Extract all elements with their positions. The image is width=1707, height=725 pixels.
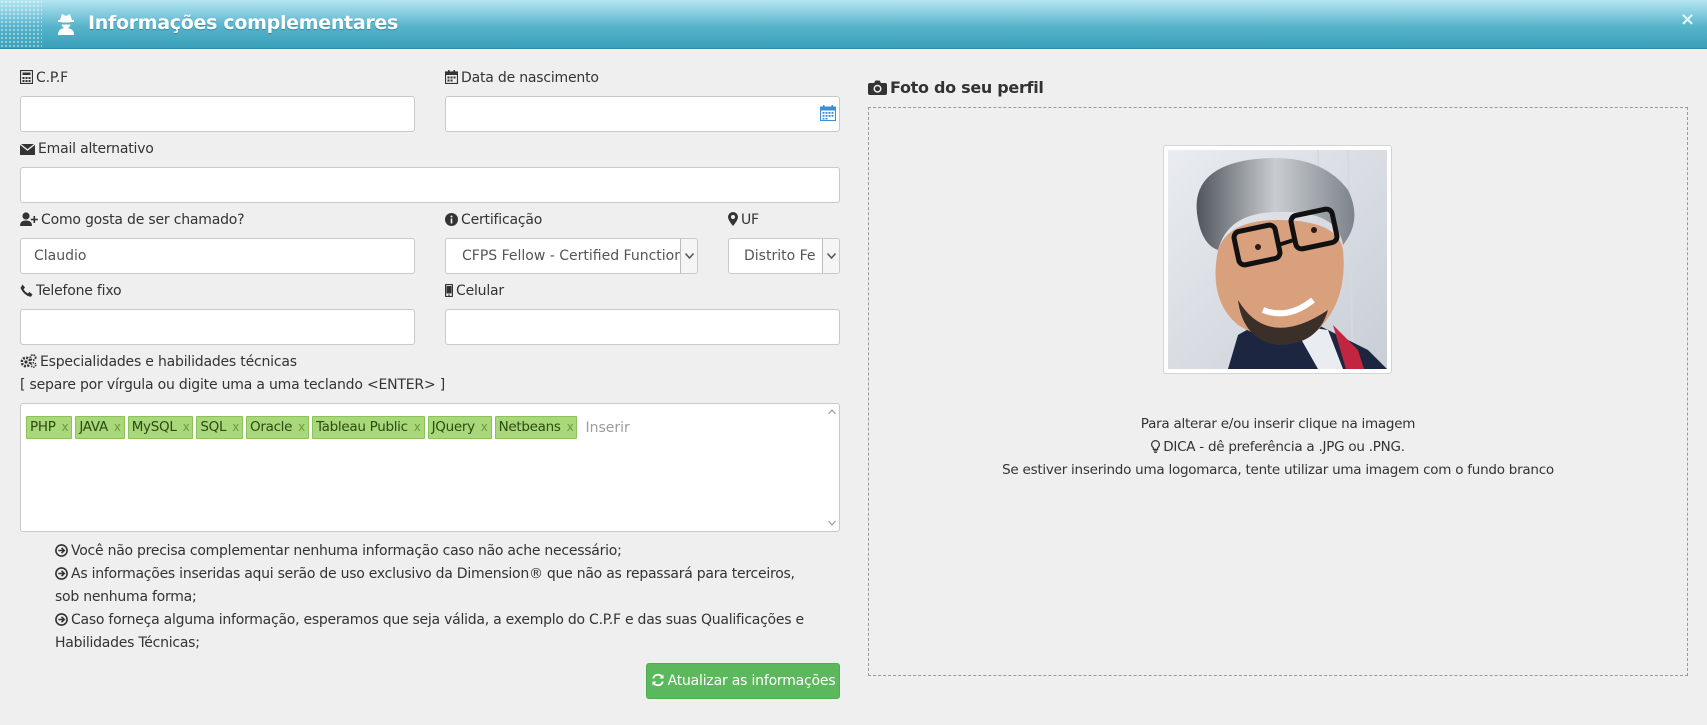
user-plus-icon	[20, 212, 38, 226]
uf-select[interactable]: Distrito Fe	[728, 238, 840, 274]
tag-remove-icon[interactable]: x	[414, 420, 421, 434]
note-item: Você não precisa complementar nenhuma in…	[55, 540, 815, 563]
skills-tag-input[interactable]: PHP x JAVA x MySQL x SQL x Oracle x Tableau Public…	[20, 403, 840, 532]
tag-item: Netbeans x	[494, 416, 578, 439]
phone-icon	[20, 284, 33, 297]
cpf-label: C.P.F	[19, 69, 68, 86]
map-marker-icon	[728, 212, 738, 226]
skills-hint: [ separe por vírgula ou digite uma a uma…	[20, 377, 445, 393]
photo-tip: DICA - dê preferência a .JPG ou .PNG.	[868, 436, 1688, 459]
lightbulb-icon	[1151, 439, 1161, 453]
phone-input[interactable]	[20, 309, 415, 345]
arrow-circle-right-icon	[55, 613, 68, 626]
alt-email-label: Email alternativo	[19, 141, 154, 157]
nickname-input[interactable]: Claudio	[20, 238, 415, 274]
tag-input-scrollbar[interactable]	[825, 404, 839, 531]
tag-new-input-placeholder[interactable]: Inserir	[585, 420, 629, 436]
tag-remove-icon[interactable]: x	[183, 420, 190, 434]
tag-item: Oracle x	[246, 416, 309, 439]
calculator-icon	[19, 69, 34, 85]
tag-item: JQuery x	[427, 416, 492, 439]
tag-item: JAVA x	[75, 416, 125, 439]
camera-icon	[868, 80, 887, 95]
note-item: As informações inseridas aqui serão de u…	[55, 566, 795, 605]
tag-remove-icon[interactable]: x	[481, 420, 488, 434]
complementary-info-modal: Informações complementares × C.P.F Data …	[0, 0, 1707, 725]
chevron-down-icon	[680, 239, 697, 273]
modal-header: Informações complementares ×	[0, 0, 1707, 49]
cpf-input[interactable]	[20, 96, 415, 132]
photo-instructions: Para alterar e/ou inserir clique na imag…	[868, 413, 1688, 482]
profile-photo[interactable]	[1163, 145, 1392, 374]
arrow-circle-right-icon	[55, 567, 68, 580]
mobile-input[interactable]	[445, 309, 840, 345]
close-icon[interactable]: ×	[1680, 9, 1695, 30]
update-info-button[interactable]: Atualizar as informações	[646, 663, 840, 699]
calendar-icon	[444, 70, 459, 85]
tag-item: SQL x	[196, 416, 244, 439]
tag-remove-icon[interactable]: x	[62, 420, 69, 434]
birth-date-label: Data de nascimento	[444, 70, 599, 86]
tag-list: PHP x JAVA x MySQL x SQL x Oracle x Tableau Public…	[26, 416, 630, 439]
uf-selected-value: Distrito Fe	[744, 248, 816, 264]
uf-label: UF	[728, 212, 759, 228]
tag-item: Tableau Public x	[311, 416, 425, 439]
cogs-icon	[20, 354, 37, 369]
certification-selected-value: CFPS Fellow - Certified Function P	[462, 248, 696, 264]
datepicker-icon[interactable]	[820, 105, 836, 125]
mobile-label: Celular	[444, 283, 504, 299]
header-texture	[0, 0, 42, 48]
tag-remove-icon[interactable]: x	[114, 420, 121, 434]
photo-section-title: Foto do seu perfil	[868, 78, 1044, 97]
info-notes: Você não precisa complementar nenhuma in…	[55, 540, 815, 655]
skills-label: Especialidades e habilidades técnicas	[20, 354, 297, 370]
arrow-circle-right-icon	[55, 544, 68, 557]
phone-label: Telefone fixo	[20, 283, 122, 299]
tag-item: MySQL x	[127, 416, 194, 439]
birth-date-input[interactable]	[445, 96, 840, 132]
alt-email-input[interactable]	[20, 167, 840, 203]
tag-remove-icon[interactable]: x	[232, 420, 239, 434]
refresh-icon	[651, 673, 664, 687]
user-secret-icon	[54, 11, 78, 39]
chevron-down-icon	[822, 239, 839, 273]
info-circle-icon	[445, 213, 458, 226]
profile-photo-image	[1168, 149, 1387, 370]
tag-remove-icon[interactable]: x	[298, 420, 305, 434]
envelope-icon	[19, 143, 36, 155]
tag-item: PHP x	[26, 416, 73, 439]
mobile-icon	[444, 283, 454, 298]
certification-select[interactable]: CFPS Fellow - Certified Function P	[445, 238, 698, 274]
nickname-label: Como gosta de ser chamado?	[20, 212, 245, 228]
modal-title: Informações complementares	[88, 12, 399, 34]
note-item: Caso forneça alguma informação, esperamo…	[55, 612, 804, 651]
certification-label: Certificação	[445, 212, 542, 228]
tag-remove-icon[interactable]: x	[567, 420, 574, 434]
